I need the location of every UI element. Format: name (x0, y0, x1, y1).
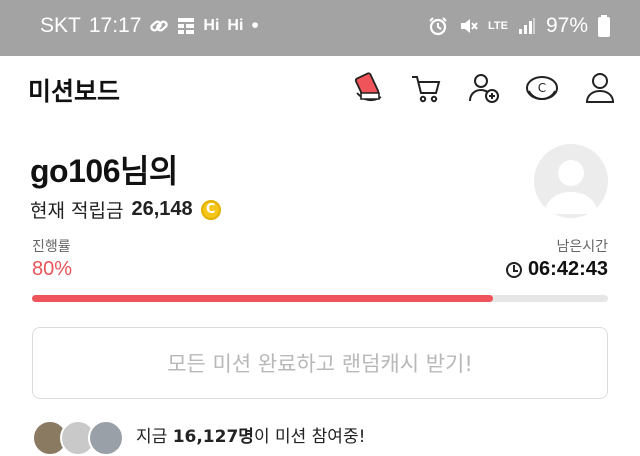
coin-c-icon[interactable]: C (524, 70, 560, 106)
participants-prefix: 지금 (136, 426, 168, 447)
points-label: 현재 적립금 (30, 200, 124, 222)
link-icon (149, 16, 169, 36)
hi-flag-icon-2: Hi (227, 17, 244, 34)
participants-count: 16,127명 (172, 426, 254, 447)
avatar[interactable] (534, 144, 608, 218)
progress-left: 진행률 80% (32, 236, 72, 281)
hi-flag-icon: Hi (203, 17, 220, 34)
svg-text:C: C (538, 81, 546, 95)
participants-text: 지금 16,127명이 미션 참여중! (136, 422, 365, 447)
alarm-icon (428, 16, 448, 36)
progress-bar-fill (32, 295, 493, 302)
carrier-label: SKT (40, 14, 81, 37)
add-friend-icon[interactable] (466, 70, 502, 106)
time-left-value: 06:42:43 (527, 258, 608, 280)
participants-suffix: 이 미션 참여중! (253, 426, 366, 447)
status-bar: SKT 17:17 Hi Hi • LTE 97% (0, 0, 640, 56)
time-left-row: 06:42:43 (505, 258, 608, 281)
app-bar: 미션보드 C (0, 56, 640, 122)
points-row: 현재 적립금 26,148 C (30, 196, 221, 223)
progress-percent: 80% (32, 258, 73, 280)
profile-summary: go106님의 현재 적립금 26,148 C (30, 146, 221, 223)
battery-icon (598, 15, 610, 37)
participants-row: 지금 16,127명이 미션 참여중! (32, 420, 608, 456)
progress-section: 진행률 80% 남은시간 06:42:43 (32, 236, 608, 284)
cart-icon[interactable] (408, 70, 444, 106)
notification-dot: • (251, 14, 259, 37)
participant-avatar (88, 420, 124, 456)
progress-bar (32, 295, 608, 302)
mute-icon (458, 16, 478, 36)
participant-avatars (32, 420, 126, 456)
status-bar-right: LTE 97% (428, 14, 610, 38)
claim-random-cash-button[interactable]: 모든 미션 완료하고 랜덤캐시 받기! (32, 327, 608, 399)
profile-icon[interactable] (582, 70, 618, 106)
time-left-section: 남은시간 06:42:43 (505, 236, 608, 281)
app-bar-actions: C (350, 70, 618, 106)
mission-card-icon[interactable] (350, 70, 386, 106)
clock-icon (505, 261, 522, 278)
points-value: 26,148 (131, 198, 193, 220)
page-title: 미션보드 (28, 77, 121, 106)
clock-time: 17:17 (88, 14, 142, 37)
lte-icon: LTE (488, 20, 508, 32)
progress-label: 진행률 (32, 239, 71, 255)
status-bar-left: SKT 17:17 Hi Hi • (40, 14, 259, 38)
time-left-label: 남은시간 (556, 239, 608, 255)
coin-icon: C (200, 199, 221, 220)
username-heading: go106님의 (30, 153, 178, 189)
grid-list-icon (177, 17, 195, 35)
signal-icon (518, 17, 536, 35)
battery-percent: 97% (545, 14, 588, 37)
